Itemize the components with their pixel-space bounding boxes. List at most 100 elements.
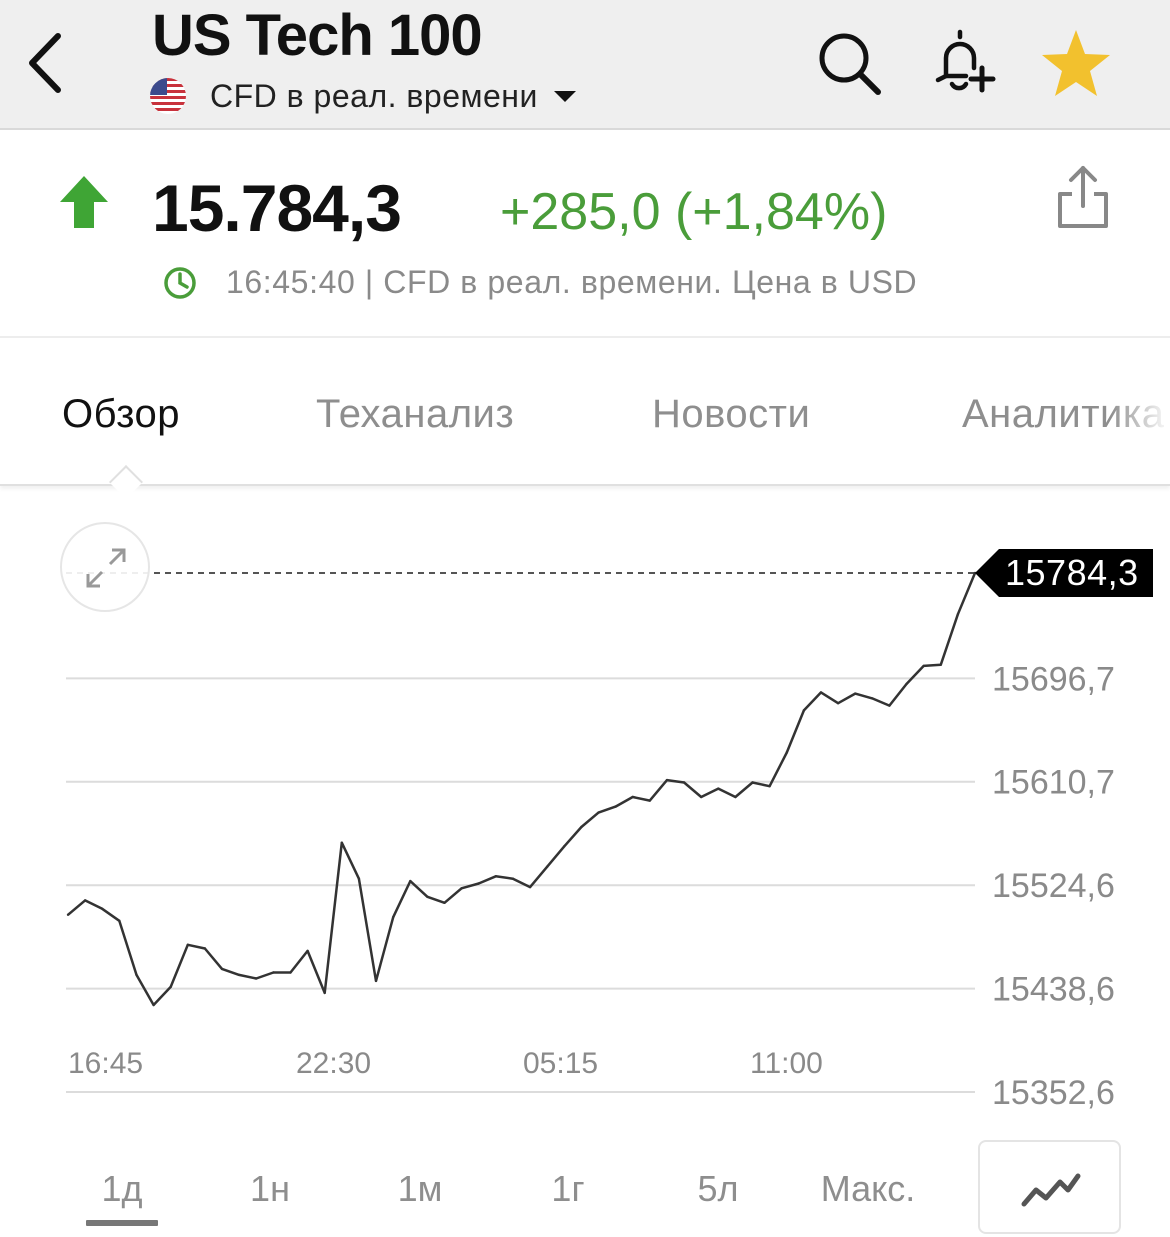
price-point: [871, 697, 874, 700]
price-point: [152, 1003, 155, 1007]
back-icon: [29, 33, 61, 93]
price-point: [888, 704, 891, 707]
price-point: [101, 907, 104, 910]
price-point: [854, 692, 857, 695]
period-1w[interactable]: 1н: [210, 1168, 330, 1210]
price-change: +285,0 (+1,84%): [500, 183, 888, 241]
chart-type-button[interactable]: [978, 1140, 1121, 1234]
share-button[interactable]: [1054, 164, 1112, 230]
price-point: [169, 985, 172, 989]
price-point: [511, 877, 515, 880]
price-point: [717, 787, 720, 790]
price-point: [426, 895, 429, 898]
search-button[interactable]: [814, 28, 884, 98]
price-point: [272, 971, 275, 974]
timestamp-text: 16:45:40 | CFD в реал. времени. Цена в U…: [226, 264, 918, 300]
active-period-underline: [86, 1220, 158, 1226]
x-tick-label: 11:00: [750, 1047, 823, 1080]
section-tabs: Обзор Теханализ Новости Аналитика: [0, 340, 1170, 486]
price-point: [682, 781, 686, 784]
tab-overview[interactable]: Обзор: [62, 392, 180, 437]
instrument-title: US Tech 100: [152, 3, 483, 68]
period-max[interactable]: Макс.: [806, 1168, 930, 1210]
period-1d[interactable]: 1д: [62, 1168, 182, 1210]
price-point: [546, 865, 549, 868]
tabs-fade: [1110, 340, 1170, 484]
back-button[interactable]: [22, 30, 72, 96]
us-flag-icon: [150, 78, 186, 114]
price-point: [255, 977, 258, 980]
price-point: [580, 825, 583, 829]
x-tick-label: 16:45: [68, 1047, 143, 1080]
price-point: [648, 799, 651, 802]
price-point: [306, 949, 309, 953]
price-point: [665, 778, 669, 782]
current-price-label: 15784,3: [999, 549, 1153, 597]
y-tick-label: 15696,7: [992, 660, 1115, 698]
price-series-line: [67, 572, 977, 1007]
price-point: [802, 709, 806, 712]
y-tick-label: 15438,6: [992, 971, 1115, 1009]
favorite-button[interactable]: [1040, 28, 1110, 98]
y-tick-label: 15352,6: [992, 1074, 1115, 1112]
top-bar: US Tech 100 CFD в реал. времени: [0, 0, 1170, 130]
price-point: [203, 947, 207, 950]
dropdown-caret-icon: [553, 90, 576, 102]
last-price: 15.784,3: [152, 171, 402, 245]
price-point: [631, 795, 634, 799]
price-point: [289, 971, 292, 974]
current-price-tag: 15784,3: [975, 549, 1153, 597]
market-type-label: CFD в реал. времени: [210, 77, 538, 114]
tab-technical[interactable]: Теханализ: [316, 392, 514, 437]
price-point: [700, 795, 703, 799]
clock-icon: [164, 266, 196, 299]
expand-chart-button[interactable]: [60, 522, 150, 612]
timestamp-row: 16:45:40 | CFD в реал. времени. Цена в U…: [162, 264, 917, 301]
price-point: [956, 613, 960, 616]
period-1m[interactable]: 1м: [360, 1168, 480, 1210]
price-point: [340, 841, 343, 844]
price-point: [374, 979, 378, 983]
market-type-selector[interactable]: CFD в реал. времени: [150, 76, 576, 116]
period-1y[interactable]: 1г: [508, 1168, 628, 1210]
price-point: [83, 899, 87, 902]
y-tick-label: 15524,6: [992, 867, 1115, 905]
price-point: [734, 795, 737, 799]
price-point: [836, 702, 840, 705]
up-arrow-icon: [60, 176, 108, 228]
expand-icon: [86, 548, 126, 588]
price-point: [323, 991, 326, 995]
tab-news[interactable]: Новости: [652, 392, 810, 437]
price-point: [409, 879, 412, 883]
price-point: [494, 875, 497, 878]
price-point: [66, 913, 70, 916]
bell-plus-icon: [935, 29, 996, 93]
price-point: [477, 882, 480, 885]
price-point: [922, 664, 925, 668]
price-point: [220, 967, 224, 971]
price-point: [614, 805, 617, 808]
price-point: [357, 877, 361, 880]
price-point: [939, 663, 942, 666]
search-icon: [819, 33, 881, 95]
x-tick-label: 05:15: [523, 1047, 598, 1080]
star-icon: [1042, 30, 1110, 96]
period-5y[interactable]: 5л: [658, 1168, 778, 1210]
line-chart-icon: [1021, 1173, 1081, 1207]
x-tick-label: 22:30: [296, 1047, 371, 1080]
price-point: [597, 811, 600, 814]
add-alert-button[interactable]: [926, 28, 996, 98]
price-point: [443, 901, 446, 904]
price-point: [237, 973, 241, 977]
price-point: [563, 845, 566, 848]
price-point: [905, 682, 908, 686]
price-point: [118, 919, 121, 922]
price-point: [528, 885, 532, 889]
price-point: [460, 887, 463, 890]
price-point: [135, 973, 138, 977]
price-point: [186, 943, 189, 946]
price-point: [751, 781, 754, 784]
period-selector: 1д 1н 1м 1г 5л Макс.: [0, 1140, 1170, 1237]
price-point: [392, 916, 395, 919]
quote-panel: 15.784,3 +285,0 (+1,84%) 16:45:40 | CFD …: [0, 132, 1170, 338]
